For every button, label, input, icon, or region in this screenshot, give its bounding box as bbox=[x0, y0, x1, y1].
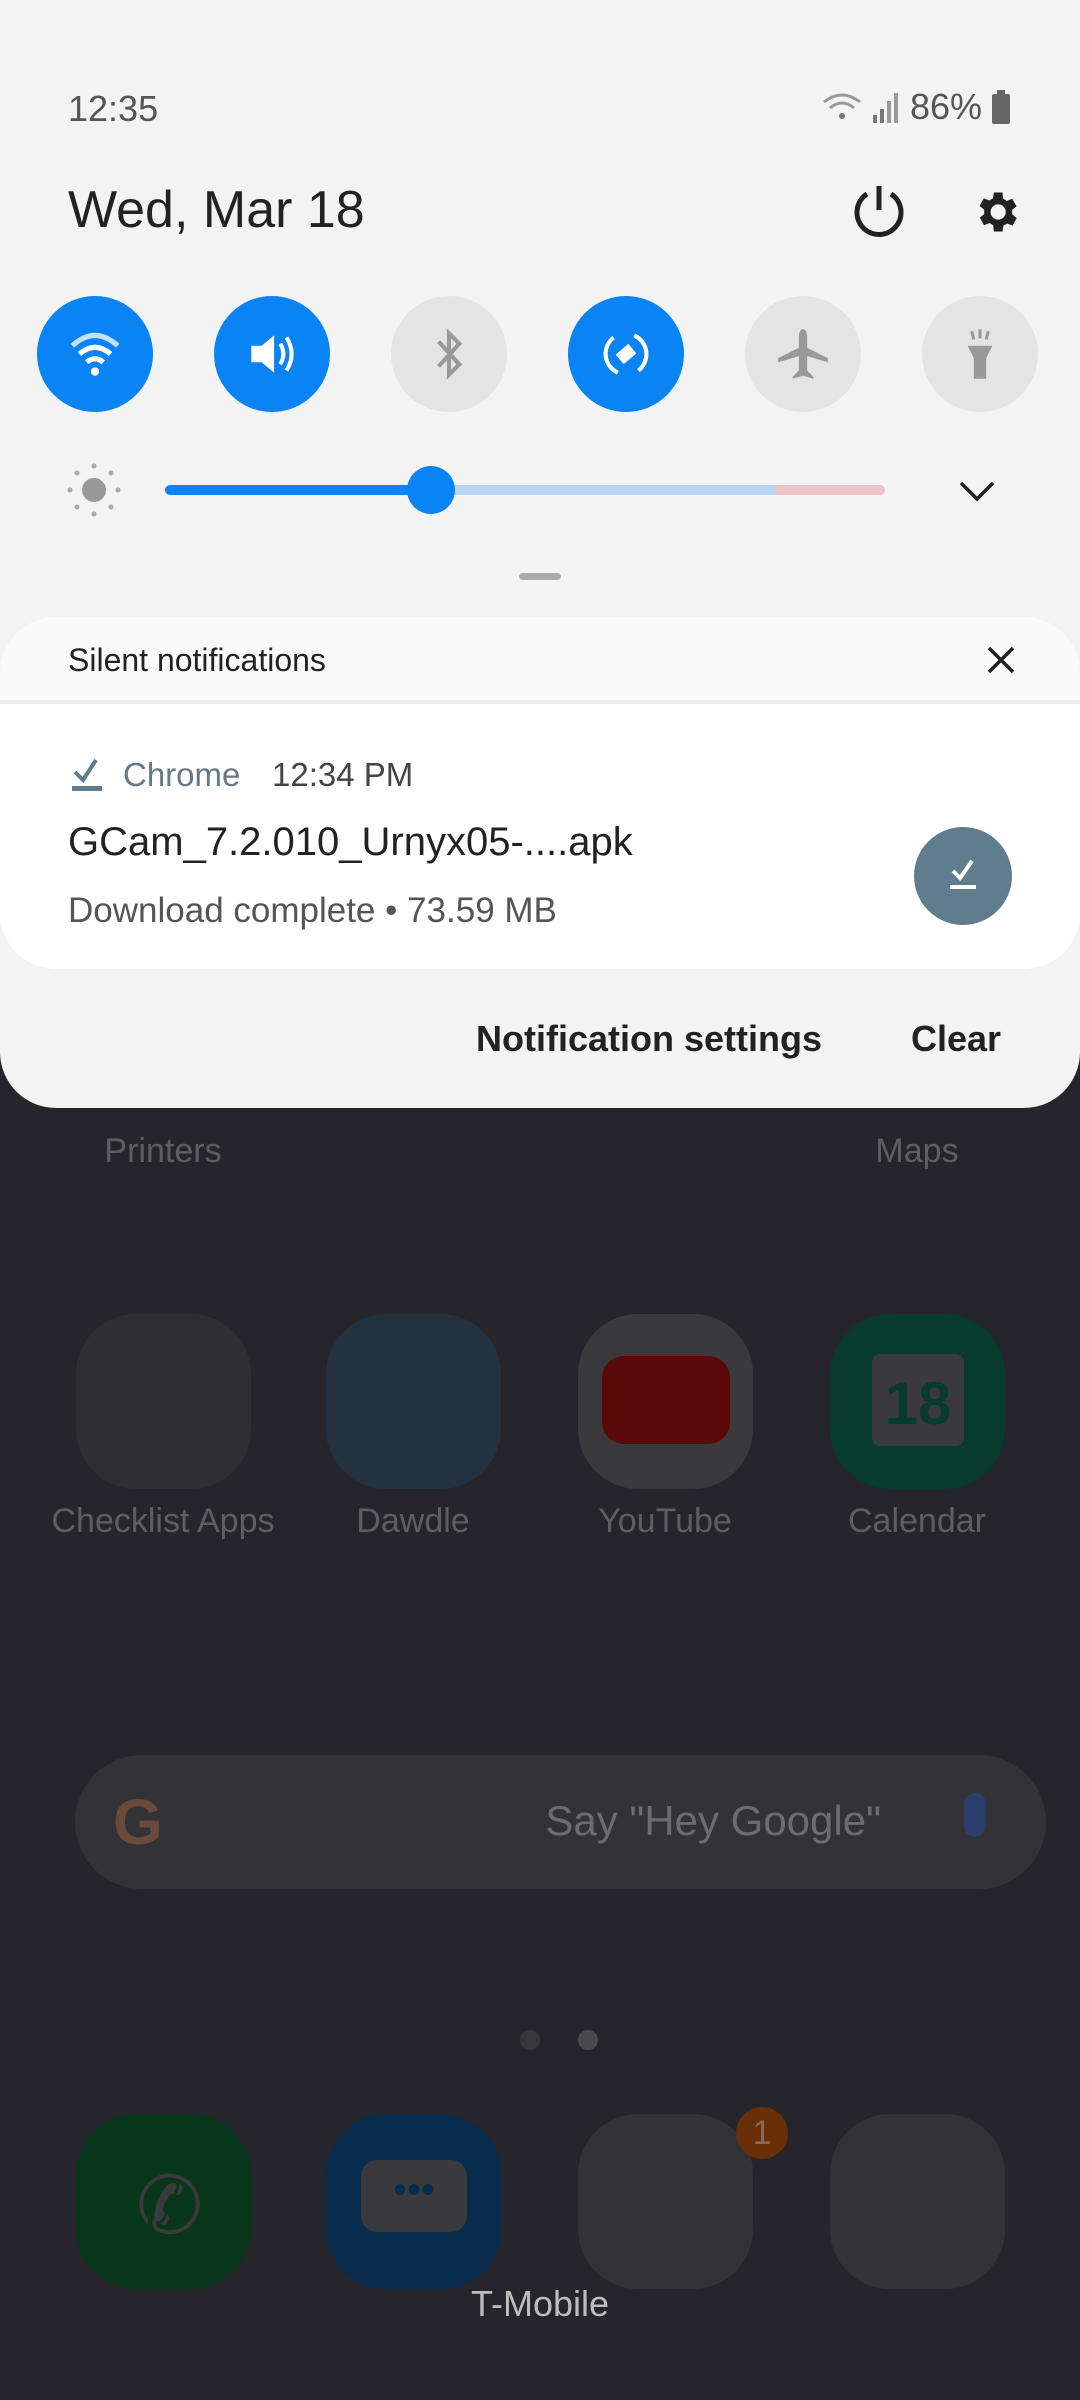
power-icon[interactable] bbox=[852, 184, 906, 240]
notification-title: GCam_7.2.010_Urnyx05-....apk bbox=[68, 820, 633, 864]
brightness-high-zone bbox=[775, 485, 885, 495]
app-label-maps: Maps bbox=[875, 1132, 959, 1170]
bluetooth-icon bbox=[437, 328, 463, 380]
status-icons: 86% bbox=[822, 86, 1010, 128]
app-calendar[interactable]: 18 bbox=[830, 1314, 1005, 1489]
download-done-icon bbox=[950, 859, 976, 889]
notification-badge: 1 bbox=[736, 2107, 788, 2159]
wifi-icon bbox=[70, 332, 120, 376]
notification-app: Chrome bbox=[123, 756, 241, 793]
app-folder-checklist[interactable] bbox=[76, 1314, 251, 1489]
notification-time: 12:34 PM bbox=[272, 756, 414, 793]
signal-icon bbox=[872, 93, 898, 123]
app-label: Calendar bbox=[848, 1502, 986, 1540]
app-folder-dawdle[interactable] bbox=[326, 1314, 501, 1489]
section-title: Silent notifications bbox=[68, 642, 326, 678]
clear-button[interactable]: Clear bbox=[911, 1018, 1001, 1060]
carrier-label: T-Mobile bbox=[470, 2283, 610, 2324]
download-done-icon bbox=[72, 758, 102, 791]
app-youtube[interactable] bbox=[578, 1314, 753, 1489]
message-icon: ••• bbox=[361, 2160, 467, 2232]
flashlight-icon bbox=[967, 329, 993, 379]
settings-gear-icon[interactable] bbox=[970, 186, 1022, 238]
toggle-airplane[interactable] bbox=[745, 296, 861, 412]
app-label-printers: Printers bbox=[104, 1132, 222, 1170]
toggle-wifi[interactable] bbox=[37, 296, 153, 412]
app-folder-browsers[interactable] bbox=[578, 2114, 753, 2289]
notification-settings-button[interactable]: Notification settings bbox=[476, 1018, 822, 1060]
app-label: Checklist Apps bbox=[51, 1502, 275, 1540]
chevron-down-icon[interactable] bbox=[958, 478, 996, 504]
date-label: Wed, Mar 18 bbox=[68, 181, 365, 239]
wifi-status-icon bbox=[823, 93, 861, 119]
phone-icon: ✆ bbox=[136, 2161, 204, 2250]
volume-icon bbox=[251, 335, 294, 373]
calendar-icon: 18 bbox=[872, 1354, 964, 1446]
drag-handle[interactable] bbox=[519, 573, 561, 580]
toggle-flashlight[interactable] bbox=[922, 296, 1038, 412]
google-logo-icon: G bbox=[113, 1786, 163, 1858]
app-label: YouTube bbox=[598, 1502, 732, 1540]
brightness-fill bbox=[165, 485, 432, 495]
rotate-icon bbox=[603, 333, 649, 375]
app-phone[interactable]: ✆ bbox=[76, 2114, 251, 2289]
airplane-icon bbox=[778, 329, 828, 379]
page-indicator-active bbox=[578, 2030, 598, 2050]
youtube-logo-icon bbox=[602, 1356, 730, 1444]
page-indicator bbox=[520, 2030, 540, 2050]
close-icon[interactable] bbox=[987, 646, 1015, 674]
open-download-button[interactable] bbox=[914, 827, 1012, 925]
app-label: Dawdle bbox=[356, 1502, 470, 1540]
toggle-bluetooth[interactable] bbox=[391, 296, 507, 412]
app-messages[interactable]: ••• bbox=[326, 2114, 501, 2289]
app-folder-camera[interactable] bbox=[830, 2114, 1005, 2289]
search-placeholder: Say "Hey Google" bbox=[545, 1797, 881, 1844]
google-search-bar[interactable]: G Say "Hey Google" bbox=[75, 1755, 1046, 1889]
toggle-sound[interactable] bbox=[214, 296, 330, 412]
notification-text: Download complete • 73.59 MB bbox=[68, 891, 557, 930]
toggle-auto-rotate[interactable] bbox=[568, 296, 684, 412]
battery-icon bbox=[992, 90, 1010, 124]
microphone-icon[interactable] bbox=[964, 1793, 986, 1837]
brightness-icon bbox=[67, 463, 121, 517]
status-time: 12:35 bbox=[68, 88, 159, 129]
battery-percent: 86% bbox=[909, 86, 982, 127]
